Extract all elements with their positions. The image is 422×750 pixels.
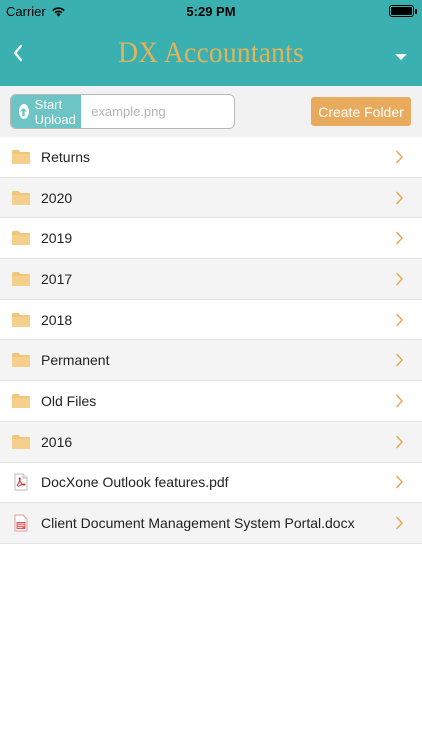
file-name-input[interactable] [81, 95, 234, 128]
folder-row[interactable]: 2018 [0, 299, 422, 341]
folder-icon [11, 147, 31, 167]
folder-row[interactable]: 2019 [0, 218, 422, 260]
upload-group: Start Upload [10, 94, 235, 129]
status-time: 5:29 PM [186, 4, 236, 19]
chevron-right-icon [395, 272, 404, 286]
row-label: Old Files [41, 392, 97, 409]
chevron-right-icon [395, 475, 404, 489]
folder-row[interactable]: Permanent [0, 340, 422, 382]
file-list: Returns 2020 2019 2017 2018 Permanent Old File… [0, 137, 422, 544]
folder-icon [11, 310, 31, 330]
row-label: 2017 [41, 270, 73, 287]
folder-icon [11, 432, 31, 452]
upload-toolbar: Start Upload Create Folder [0, 86, 422, 137]
chevron-right-icon [395, 231, 404, 245]
chevron-right-icon [395, 313, 404, 327]
chevron-right-icon [395, 516, 404, 530]
chevron-right-icon [395, 353, 404, 367]
document-file-icon [11, 513, 31, 533]
start-upload-button[interactable]: Start Upload [11, 95, 82, 128]
folder-icon [11, 350, 31, 370]
create-folder-button[interactable]: Create Folder [311, 97, 411, 126]
chevron-right-icon [395, 191, 404, 205]
caret-down-icon [395, 54, 407, 60]
row-label: DocXone Outlook features.pdf [41, 474, 229, 491]
app-title: DX Accountants [118, 36, 304, 69]
status-bar: Carrier 5:29 PM [0, 0, 422, 22]
folder-icon [11, 228, 31, 248]
row-label: 2016 [41, 433, 73, 450]
folder-row[interactable]: 2020 [0, 177, 422, 219]
file-row[interactable]: DocXone Outlook features.pdf [0, 462, 422, 504]
folder-icon [11, 188, 31, 208]
folder-icon [11, 391, 31, 411]
folder-icon [11, 269, 31, 289]
folder-row[interactable]: 2017 [0, 259, 422, 300]
chevron-right-icon [395, 394, 404, 408]
battery-fill [391, 7, 412, 15]
file-row[interactable]: Client Document Management System Portal… [0, 503, 422, 544]
navigation-bar: DX Accountants [0, 22, 422, 86]
menu-dropdown-button[interactable] [394, 49, 408, 60]
upload-arrow-icon [19, 104, 29, 119]
row-label: Permanent [41, 352, 110, 369]
chevron-right-icon [395, 435, 404, 449]
row-label: 2019 [41, 230, 73, 247]
row-label: Client Document Management System Portal… [41, 515, 355, 532]
folder-row[interactable]: 2016 [0, 421, 422, 463]
folder-row[interactable]: Old Files [0, 381, 422, 422]
pdf-file-icon [11, 472, 31, 492]
battery-icon [389, 5, 417, 17]
row-label: 2018 [41, 311, 73, 328]
chevron-right-icon [395, 150, 404, 164]
row-label: Returns [41, 148, 91, 165]
folder-row[interactable]: Returns [0, 137, 422, 178]
row-label: 2020 [41, 189, 73, 206]
start-upload-label: Start Upload [34, 96, 76, 127]
